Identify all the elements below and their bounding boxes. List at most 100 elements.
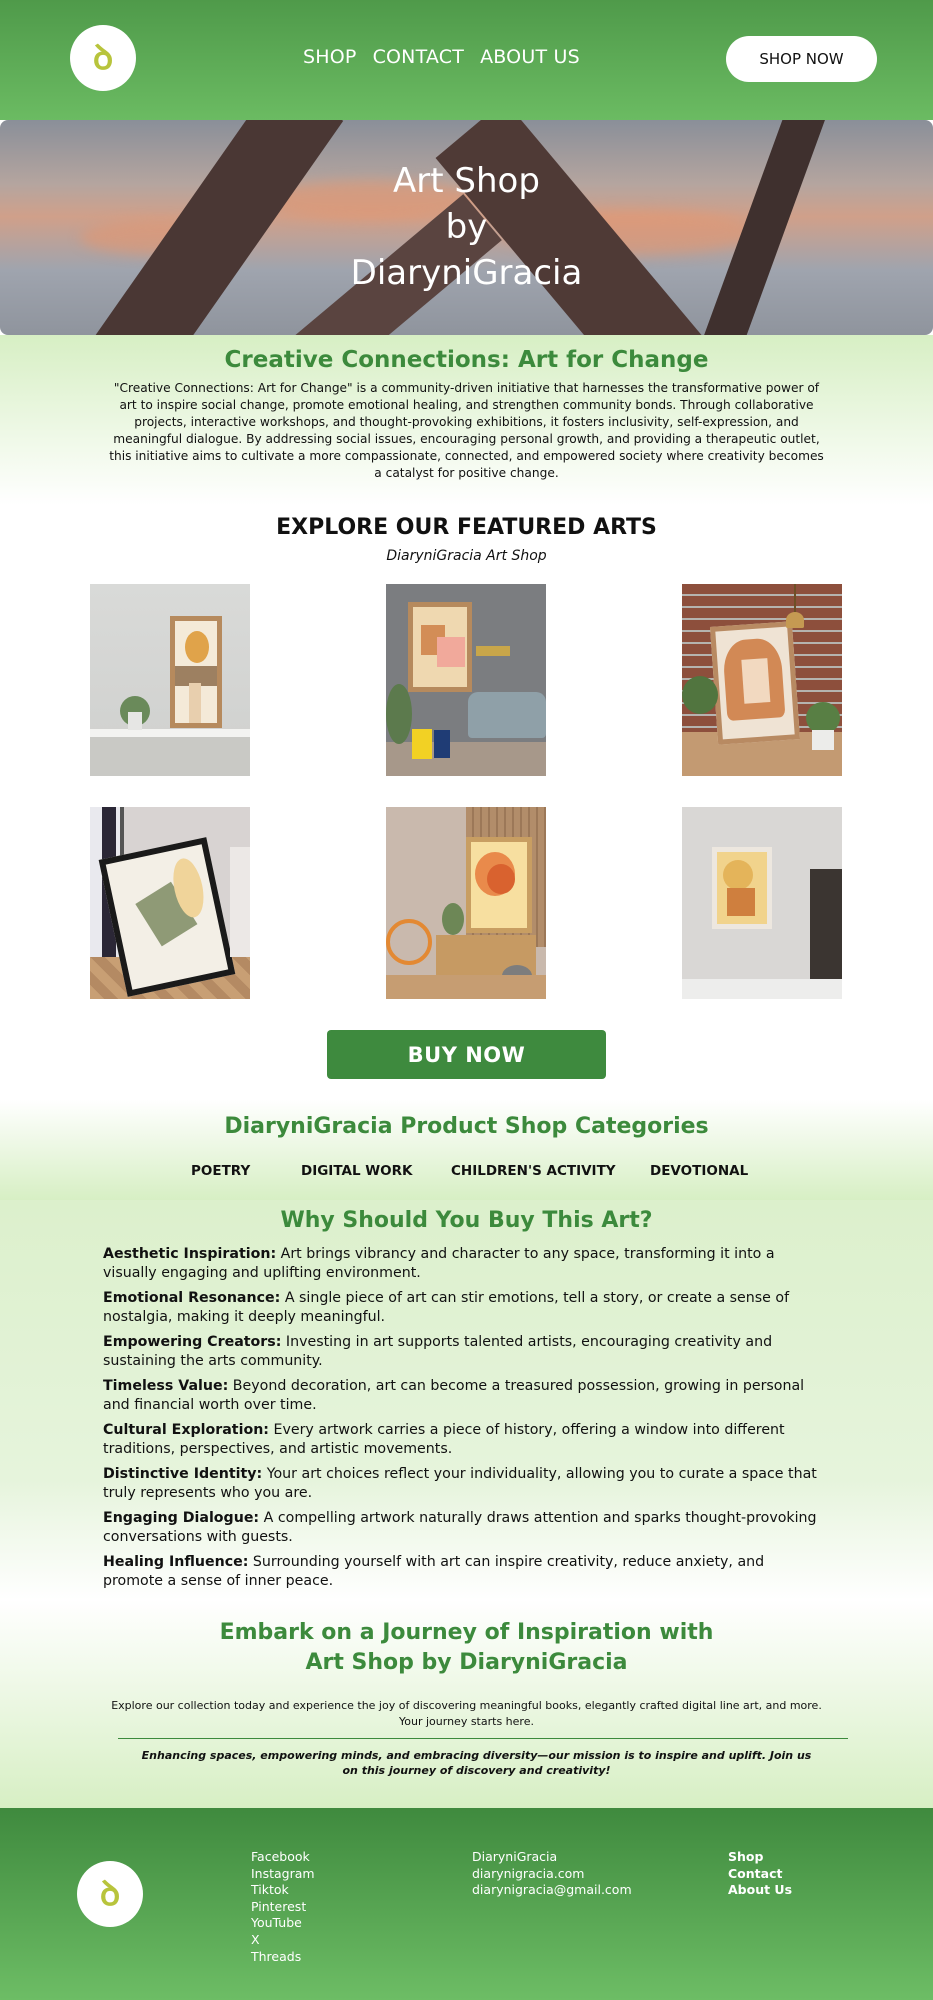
why-item-term: Cultural Exploration: — [103, 1422, 269, 1438]
why-title: Why Should You Buy This Art? — [280, 1208, 653, 1233]
category-devotional[interactable]: DEVOTIONAL — [650, 1163, 748, 1179]
floor — [682, 979, 842, 999]
site-footer: ꝺ Facebook Instagram Tiktok Pinterest Yo… — [0, 1808, 933, 2000]
footer-link-contact[interactable]: Contact — [728, 1866, 792, 1883]
why-item-term: Engaging Dialogue: — [103, 1510, 260, 1526]
pendant-lamp — [794, 584, 796, 614]
why-item: Distinctive Identity: Your art choices r… — [103, 1465, 828, 1503]
featured-art-5[interactable] — [386, 807, 546, 999]
footer-brand-name: DiaryniGracia — [472, 1849, 558, 1864]
art-shape — [437, 637, 465, 667]
sofa — [468, 692, 546, 738]
diarynigracia-logo-icon: ꝺ — [92, 38, 114, 78]
featured-art-4[interactable] — [90, 807, 250, 999]
floor — [386, 975, 546, 999]
art-shape — [741, 658, 771, 704]
art-shape — [723, 860, 753, 890]
plant-pot — [812, 730, 834, 750]
footer-social-links: Facebook Instagram Tiktok Pinterest YouT… — [251, 1849, 315, 1965]
footer-link-threads[interactable]: Threads — [251, 1949, 315, 1966]
floor — [386, 742, 546, 776]
hero-title-line: by — [445, 207, 488, 247]
category-digital-work[interactable]: DIGITAL WORK — [301, 1163, 412, 1179]
why-section: Why Should You Buy This Art? Aesthetic I… — [0, 1200, 933, 1600]
art-shape — [487, 864, 515, 894]
art-shape — [185, 631, 209, 663]
category-poetry[interactable]: POETRY — [191, 1163, 250, 1179]
categories-section: DiaryniGracia Product Shop Categories PO… — [0, 1100, 933, 1200]
stool — [412, 729, 432, 759]
hero-title: Art Shop by DiaryniGracia — [0, 158, 933, 296]
intro-section: Creative Connections: Art for Change "Cr… — [0, 335, 933, 505]
embark-title: Embark on a Journey of Inspiration with … — [0, 1618, 933, 1678]
why-item-term: Distinctive Identity: — [103, 1466, 263, 1482]
art-frame — [709, 621, 801, 745]
footer-logo[interactable]: ꝺ — [77, 1861, 143, 1927]
shop-now-button[interactable]: SHOP NOW — [726, 36, 877, 82]
footer-nav-links: Shop Contact About Us — [728, 1849, 792, 1899]
footer-website-link[interactable]: diarynigracia.com — [472, 1866, 632, 1883]
site-header: ꝺ SHOP CONTACT ABOUT US SHOP NOW — [0, 0, 933, 120]
why-item-term: Healing Influence: — [103, 1554, 249, 1570]
featured-subtitle: DiaryniGracia Art Shop — [386, 548, 547, 564]
art-frame — [170, 616, 222, 728]
footer-email-link[interactable]: diarynigracia@gmail.com — [472, 1882, 632, 1899]
why-item: Aesthetic Inspiration: Art brings vibran… — [103, 1245, 828, 1283]
embark-text: Explore our collection today and experie… — [111, 1699, 822, 1728]
chair — [386, 919, 432, 965]
art-shape — [189, 683, 201, 723]
footer-link-about-us[interactable]: About Us — [728, 1882, 792, 1899]
buy-now-button[interactable]: BUY NOW — [327, 1030, 606, 1079]
plant — [682, 676, 718, 714]
door — [230, 847, 250, 957]
featured-art-3[interactable] — [682, 584, 842, 776]
nav-contact[interactable]: CONTACT — [373, 46, 465, 68]
featured-art-6[interactable] — [682, 807, 842, 999]
why-item: Engaging Dialogue: A compelling artwork … — [103, 1509, 828, 1547]
art-frame — [408, 602, 472, 692]
embark-title-line: Embark on a Journey of Inspiration with — [219, 1620, 714, 1645]
why-item-term: Timeless Value: — [103, 1378, 229, 1394]
plant — [442, 903, 464, 935]
why-item: Empowering Creators: Investing in art su… — [103, 1333, 828, 1371]
art-shelf-shadow — [90, 734, 250, 776]
footer-link-youtube[interactable]: YouTube — [251, 1915, 315, 1932]
divider — [118, 1738, 848, 1739]
nav-about-us[interactable]: ABOUT US — [480, 46, 580, 68]
art-shelf — [90, 729, 250, 737]
footer-link-tiktok[interactable]: Tiktok — [251, 1882, 315, 1899]
why-item: Timeless Value: Beyond decoration, art c… — [103, 1377, 828, 1415]
footer-link-pinterest[interactable]: Pinterest — [251, 1899, 315, 1916]
stool — [434, 730, 450, 758]
plant-pot — [128, 712, 142, 730]
art-frame — [712, 847, 772, 929]
hero-title-line: DiaryniGracia — [350, 253, 583, 293]
embark-title-line: Art Shop by DiaryniGracia — [305, 1650, 628, 1675]
art-frame — [466, 837, 532, 933]
featured-title: EXPLORE OUR FEATURED ARTS — [276, 515, 657, 540]
footer-link-facebook[interactable]: Facebook — [251, 1849, 315, 1866]
footer-link-shop[interactable]: Shop — [728, 1849, 792, 1866]
featured-art-2[interactable] — [386, 584, 546, 776]
logo[interactable]: ꝺ — [70, 25, 136, 91]
intro-title: Creative Connections: Art for Change — [224, 347, 709, 373]
pendant-lamp — [786, 612, 804, 628]
embark-section: Embark on a Journey of Inspiration with … — [0, 1600, 933, 1808]
why-item: Cultural Exploration: Every artwork carr… — [103, 1421, 828, 1459]
mission-statement: Enhancing spaces, empowering minds, and … — [141, 1749, 812, 1777]
footer-link-instagram[interactable]: Instagram — [251, 1866, 315, 1883]
footer-contact: DiaryniGracia diarynigracia.com diarynig… — [472, 1849, 632, 1899]
categories-title: DiaryniGracia Product Shop Categories — [224, 1114, 709, 1139]
why-item: Healing Influence: Surrounding yourself … — [103, 1553, 828, 1591]
wall-lamp — [476, 646, 510, 656]
featured-art-1[interactable] — [90, 584, 250, 776]
why-item: Emotional Resonance: A single piece of a… — [103, 1289, 828, 1327]
hero-title-line: Art Shop — [393, 161, 540, 201]
footer-link-x[interactable]: X — [251, 1932, 315, 1949]
hero-banner: Art Shop by DiaryniGracia — [0, 120, 933, 335]
art-shape — [727, 888, 755, 916]
plant — [386, 684, 412, 744]
category-childrens-activity[interactable]: CHILDREN'S ACTIVITY — [451, 1163, 616, 1179]
why-item-term: Aesthetic Inspiration: — [103, 1246, 277, 1262]
nav-shop[interactable]: SHOP — [303, 46, 357, 68]
